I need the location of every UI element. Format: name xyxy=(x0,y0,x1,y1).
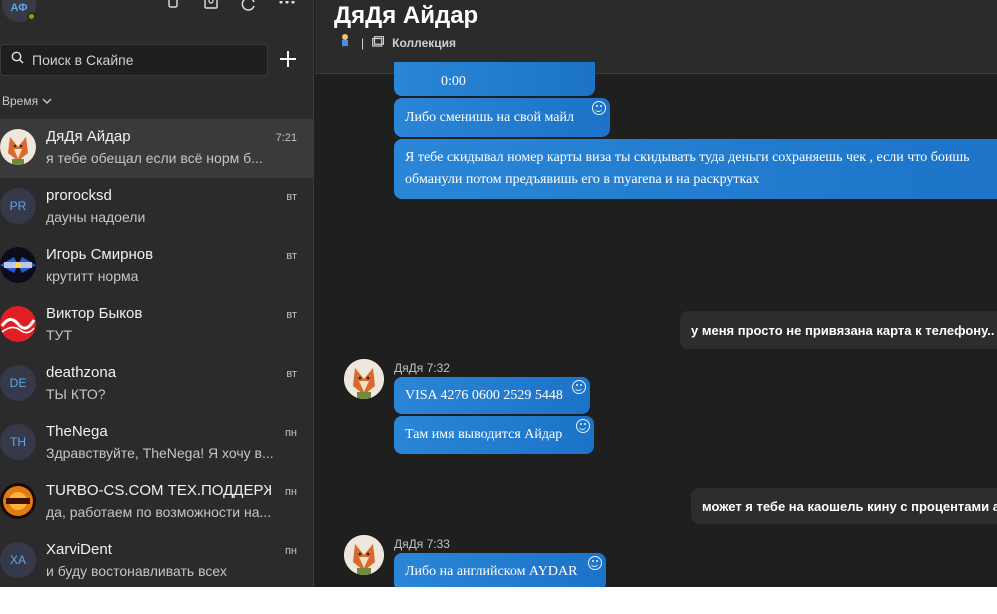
message-text: обманули потом предъявишь его в myarena … xyxy=(405,172,760,187)
chat-name: deathzona xyxy=(46,364,117,381)
avatar xyxy=(0,129,36,165)
message-bubble[interactable]: Я тебе скидывал номер карты виза ты скид… xyxy=(394,139,997,199)
gallery-label[interactable]: Коллекция xyxy=(392,36,456,50)
add-reaction-icon[interactable] xyxy=(588,556,602,570)
chat-name: Виктор Быков xyxy=(46,305,143,322)
chat-list: ДяДя Айдар я тебе обещал если всё норм б… xyxy=(0,119,313,587)
avatar xyxy=(0,483,36,519)
sidebar: АФ Время xyxy=(0,0,314,587)
chat-time: пн xyxy=(284,427,297,439)
message-text: VISA 4276 0600 2529 5448 xyxy=(405,387,563,403)
chat-time: вт xyxy=(286,191,297,203)
conversation-subheader: | Коллекция xyxy=(337,33,456,52)
contacts-icon[interactable] xyxy=(201,0,221,14)
new-chat-button[interactable] xyxy=(276,48,300,72)
presence-indicator xyxy=(27,12,36,21)
chat-preview: Здравствуйте, TheNega! Я хочу в... xyxy=(46,445,274,461)
chat-name: ДяДя Айдар xyxy=(46,128,131,145)
chat-preview: ТЫ КТО? xyxy=(46,386,106,402)
message-bubble-outgoing[interactable]: у меня просто не привязана карта к телеф… xyxy=(680,311,997,349)
chat-time: вт xyxy=(286,309,297,321)
add-reaction-icon[interactable] xyxy=(592,101,606,115)
chat-item-dyadya-aydar[interactable]: ДяДя Айдар я тебе обещал если всё норм б… xyxy=(0,119,313,178)
separator: | xyxy=(361,35,365,50)
message-bubble[interactable]: VISA 4276 0600 2529 5448 xyxy=(394,377,590,414)
avatar: TH xyxy=(0,424,36,460)
chat-item-igor-smirnov[interactable]: Игорь Смирнов крутитт норма вт xyxy=(0,237,313,296)
chat-preview: я тебе обещал если всё норм б... xyxy=(46,150,263,166)
avatar: DE xyxy=(0,365,36,401)
message-text: у меня просто не привязана карта к телеф… xyxy=(691,322,997,338)
chat-preview: крутитт норма xyxy=(46,268,139,284)
chat-item-turbo-cs[interactable]: TURBO-CS.COM ТЕХ.ПОДДЕРЖ... да, работаем… xyxy=(0,473,313,532)
message-text: Либо на английском AYDAR xyxy=(405,564,578,579)
message-bubble[interactable]: Либо на английском AYDAR xyxy=(394,553,606,587)
avatar[interactable] xyxy=(344,535,384,575)
chat-item-deathzona[interactable]: DE deathzona ТЫ КТО? вт xyxy=(0,355,313,414)
chat-preview: да, работаем по возможности на... xyxy=(46,504,272,520)
chat-name: Игорь Смирнов xyxy=(46,246,154,263)
dialpad-icon[interactable] xyxy=(163,0,183,14)
add-reaction-icon[interactable] xyxy=(572,380,586,394)
message-bubble[interactable]: 0:00 xyxy=(394,62,595,96)
chat-item-viktor-bykov[interactable]: Виктор Быков ТУТ вт xyxy=(0,296,313,355)
message-sender-time: ДяДя 7:32 xyxy=(394,361,450,375)
sort-dropdown[interactable]: Время xyxy=(2,94,52,108)
message-text: 0:00 xyxy=(441,74,466,89)
skype-window: АФ Время xyxy=(0,0,997,587)
avatar: PR xyxy=(0,188,36,224)
chat-name: TheNega xyxy=(46,423,108,440)
chat-time: вт xyxy=(286,250,297,262)
message-text: Либо сменишь на свой майл xyxy=(405,109,574,125)
avatar xyxy=(0,247,36,283)
conversation-pane: ДяДя Айдар | Коллекция 0:00 Либо сменишь… xyxy=(315,0,997,587)
chat-item-prorocksd[interactable]: PR prorocksd дауны надоели вт xyxy=(0,178,313,237)
sort-label: Время xyxy=(2,94,39,108)
chat-item-xarvident[interactable]: XA XarviDent и буду востонавливать всех … xyxy=(0,532,313,587)
participant-icon[interactable] xyxy=(337,33,353,52)
chat-time: пн xyxy=(284,545,297,557)
chat-name: TURBO-CS.COM ТЕХ.ПОДДЕРЖ... xyxy=(46,482,271,499)
message-text: Я тебе скидывал номер карты виза ты скид… xyxy=(405,150,970,165)
gallery-icon[interactable] xyxy=(372,35,385,50)
chat-preview: ТУТ xyxy=(46,327,72,343)
chat-item-thenega[interactable]: TH TheNega Здравствуйте, TheNega! Я хочу… xyxy=(0,414,313,473)
sidebar-toolbar xyxy=(163,0,297,14)
chevron-down-icon xyxy=(42,98,52,104)
avatar xyxy=(0,306,36,342)
message-sender-time: ДяДя 7:33 xyxy=(394,537,450,551)
more-options-icon[interactable] xyxy=(277,0,297,14)
chat-name: prorocksd xyxy=(46,187,112,204)
refresh-icon[interactable] xyxy=(239,0,259,14)
conversation-title[interactable]: ДяДя Айдар xyxy=(334,2,478,30)
search-input[interactable] xyxy=(32,52,252,68)
message-bubble[interactable]: Либо сменишь на свой майл xyxy=(394,98,610,137)
search-icon xyxy=(11,51,24,69)
plus-icon xyxy=(280,51,296,67)
chat-time: вт xyxy=(286,368,297,380)
avatar: XA xyxy=(0,542,36,578)
avatar[interactable] xyxy=(344,359,384,399)
message-text: может я тебе на каошель кину с процентам… xyxy=(702,498,997,514)
message-bubble-outgoing[interactable]: может я тебе на каошель кину с процентам… xyxy=(691,488,997,524)
message-bubble[interactable]: Там имя выводится Айдар xyxy=(394,416,594,454)
chat-preview: и буду востонавливать всех xyxy=(46,563,227,579)
message-text: Там имя выводится Айдар xyxy=(405,427,563,442)
chat-name: XarviDent xyxy=(46,541,112,558)
chat-time: пн xyxy=(284,486,297,498)
add-reaction-icon[interactable] xyxy=(576,419,590,433)
search-box[interactable] xyxy=(0,44,268,76)
chat-time: 7:21 xyxy=(275,132,297,144)
chat-preview: дауны надоели xyxy=(46,209,146,225)
